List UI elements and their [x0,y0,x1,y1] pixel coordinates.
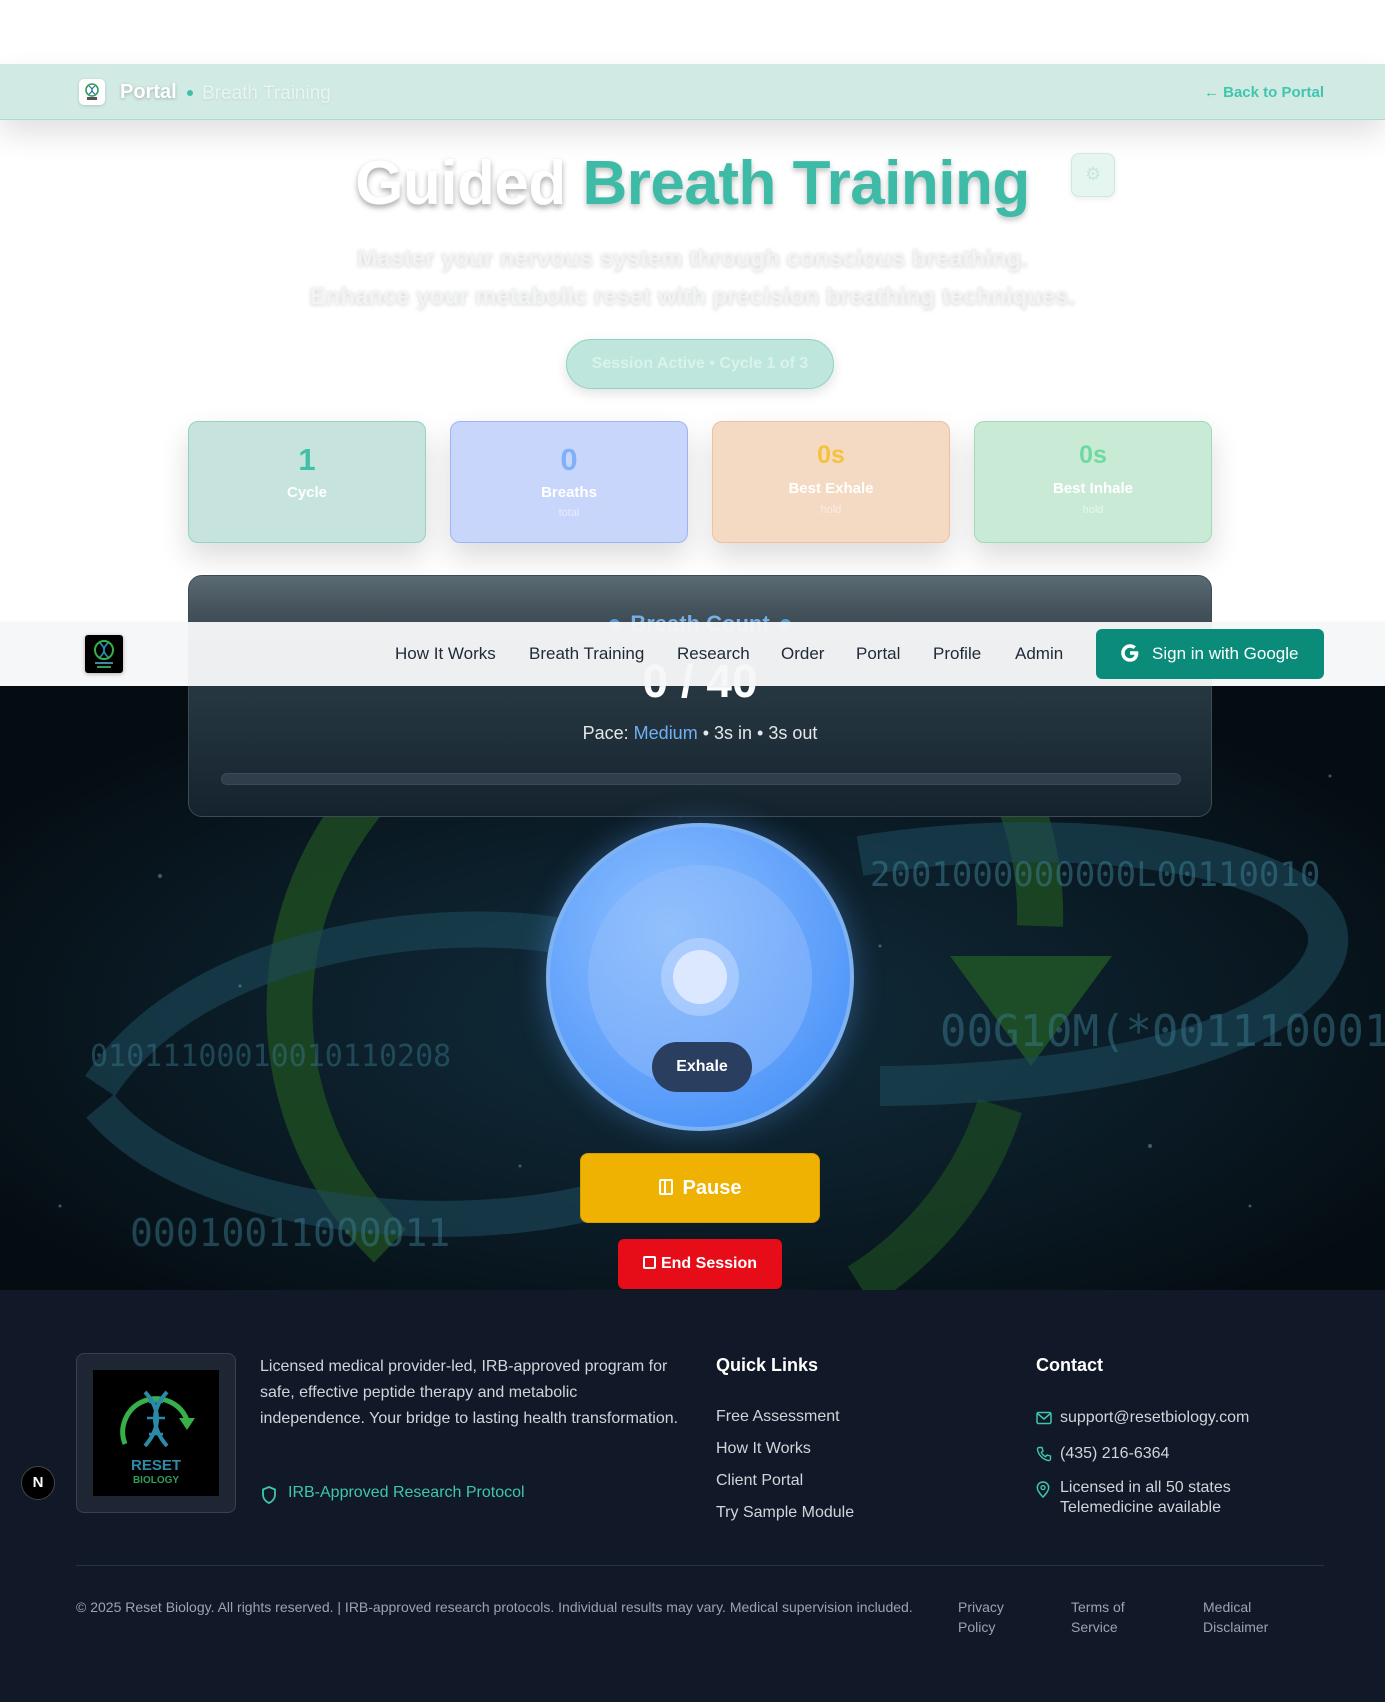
stat-label: Best Inhale [1052,480,1134,497]
footer-link-free-assessment[interactable]: Free Assessment [716,1408,840,1426]
contact-heading: Contact [1036,1355,1103,1375]
stat-sublabel: hold [1082,504,1104,516]
breathing-orb: Exhale [546,823,854,1131]
quick-links-heading: Quick Links [716,1355,819,1375]
stop-icon [642,1256,656,1269]
mail-icon [1036,1411,1052,1425]
nav-link-order[interactable]: Order [781,644,824,664]
subtitle-line-2: Enhance your metabolic reset with precis… [309,283,1076,310]
footer-copyright: © 2025 Reset Biology. All rights reserve… [76,1599,913,1615]
gear-icon: ⚙ [1085,164,1102,184]
pace-label: Pace: [582,723,629,743]
page-title-part1: Guided [355,149,566,218]
sign-in-with-google-button[interactable]: Sign in with Google [1096,629,1324,679]
contact-phone-text: (435) 216-6364 [1060,1445,1170,1462]
settings-button[interactable]: ⚙ [1071,153,1115,197]
portal-title[interactable]: Portal [120,81,177,104]
irb-approved-label: IRB-Approved Research Protocol [288,1484,525,1501]
location-pin-icon [1036,1481,1050,1498]
stat-card-cycle: 1 Cycle [188,421,426,543]
footer-link-privacy-policy[interactable]: Privacy Policy [958,1597,1028,1637]
footer-link-client-portal[interactable]: Client Portal [716,1472,803,1490]
footer-link-try-sample-module[interactable]: Try Sample Module [716,1504,854,1522]
stat-value: 0 [560,442,578,477]
breath-count-panel: Breath Count 0 / 40 Pace: Medium • 3s in… [188,575,1212,817]
end-session-button[interactable]: End Session [618,1239,782,1289]
sign-in-label: Sign in with Google [1152,644,1299,663]
footer-divider [76,1565,1324,1566]
page-title-part2: Breath Training [582,149,1031,218]
nextjs-dev-badge[interactable]: N [21,1466,55,1500]
stat-label: Best Exhale [788,480,874,497]
nav-link-how-it-works[interactable]: How It Works [395,644,496,664]
google-icon [1121,644,1139,662]
svg-text:2001000000000L00110010: 2001000000000L00110010 [870,855,1320,895]
svg-text:01011100010010110208: 01011100010010110208 [90,1039,451,1074]
breathing-orb-core [673,950,727,1004]
stat-card-breaths: 0 Breaths total [450,421,688,543]
pause-icon [658,1179,673,1195]
contact-email-text: support@resetbiology.com [1060,1409,1250,1426]
footer-link-medical-disclaimer[interactable]: Medical Disclaimer [1203,1597,1283,1637]
svg-text:00010011000011: 00010011000011 [130,1211,450,1255]
footer-logo: RESET BIOLOGY [76,1353,236,1513]
stat-card-best-exhale: 0s Best Exhale hold [712,421,950,543]
stat-card-best-inhale: 0s Best Inhale hold [974,421,1212,543]
page-subtitle: Master your nervous system through consc… [0,240,1385,316]
nav-link-profile[interactable]: Profile [933,644,981,664]
pace-value: Medium [633,723,698,743]
nav-link-admin[interactable]: Admin [1015,644,1063,664]
nav-link-portal[interactable]: Portal [856,644,900,664]
contact-licensing-line1: Licensed in all 50 states [1060,1479,1231,1496]
pace-detail: • 3s in • 3s out [697,723,818,743]
pause-button[interactable]: Pause [580,1153,820,1223]
stat-value: 0s [817,441,845,469]
stat-label: Breaths [541,484,597,501]
dna-logo-icon: RESET BIOLOGY [120,1390,195,1486]
contact-licensing-line2: Telemedicine available [1060,1499,1221,1516]
stat-label: Cycle [286,484,328,501]
end-session-label: End Session [660,1255,758,1272]
portal-header: Portal Breath Training ← Back to Portal [0,64,1385,120]
irb-approved-link[interactable]: IRB-Approved Research Protocol [260,1484,525,1504]
footer: RESET BIOLOGY Licensed medical provider-… [0,1290,1385,1702]
nav-link-breath-training[interactable]: Breath Training [529,644,644,664]
reset-biology-logo[interactable] [85,635,123,673]
page-title: Guided Breath Training [0,148,1385,219]
stat-sublabel: hold [820,504,842,516]
shield-icon [262,1486,276,1504]
footer-logo-text-biology: BIOLOGY [133,1475,179,1486]
footer-logo-text-reset: RESET [131,1457,181,1474]
stat-value: 1 [298,442,316,477]
main-navigation: How It Works Breath Training Research Or… [0,622,1385,686]
footer-link-terms-of-service[interactable]: Terms of Service [1071,1597,1141,1637]
dna-logo-icon [94,640,114,668]
footer-description: Licensed medical provider-led, IRB-appro… [260,1358,679,1427]
pause-label: Pause [682,1177,742,1199]
footer-link-how-it-works[interactable]: How It Works [716,1440,811,1458]
session-status-badge: Session Active • Cycle 1 of 3 [566,339,834,389]
portal-logo[interactable] [79,79,105,105]
breath-progress-bar [221,773,1181,785]
phone-icon [1036,1446,1052,1462]
pace-info: Pace: Medium • 3s in • 3s out [189,723,1211,744]
breadcrumb: Breath Training [202,83,331,104]
nav-link-research[interactable]: Research [677,644,750,664]
breadcrumb-separator [187,90,193,96]
dna-logo-icon [85,83,99,100]
stat-value: 0s [1079,441,1107,469]
svg-text:00G10M(*0011100010: 00G10M(*0011100010 [940,1006,1385,1057]
subtitle-line-1: Master your nervous system through consc… [357,245,1028,272]
footer-logo-image: RESET BIOLOGY [93,1370,219,1496]
breath-phase-label: Exhale [652,1042,752,1092]
breathing-orb-outer: Exhale [550,827,850,1127]
back-to-portal-link[interactable]: ← Back to Portal [1204,84,1324,101]
stat-sublabel: total [558,507,580,519]
